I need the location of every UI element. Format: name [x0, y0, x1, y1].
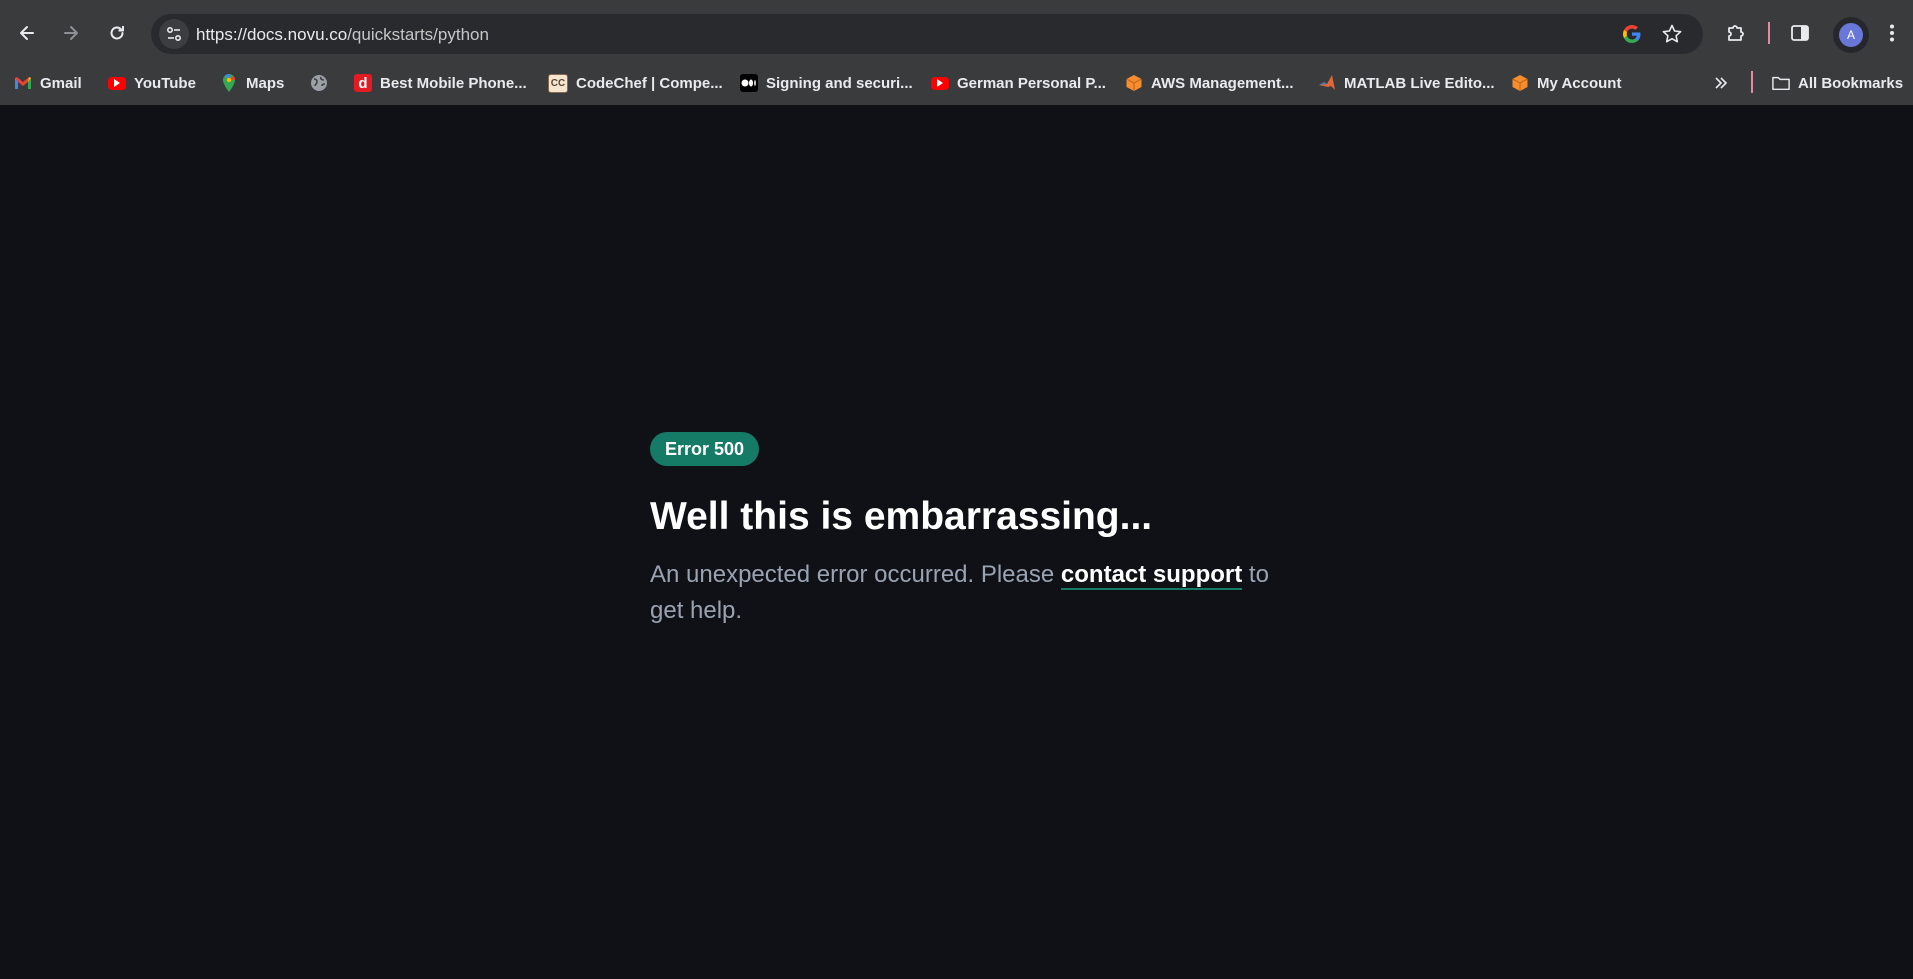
- bookmark-star-button[interactable]: [1660, 22, 1684, 46]
- bookmarks-divider: [1751, 71, 1753, 93]
- extensions-button[interactable]: [1720, 17, 1752, 49]
- bookmark-label: German Personal P...: [957, 74, 1106, 92]
- chevron-double-right-icon: [1715, 77, 1728, 89]
- all-bookmarks-label: All Bookmarks: [1798, 74, 1904, 92]
- codechef-icon: CC: [548, 73, 568, 93]
- bookmark-label: Signing and securi...: [766, 74, 913, 92]
- bookmarks-bar: Gmail YouTube Maps d Best Mobile Phone..…: [0, 62, 1913, 105]
- bookmark-label: YouTube: [134, 74, 196, 92]
- bookmark-aws-management[interactable]: AWS Management...: [1125, 68, 1294, 98]
- matlab-icon: [1318, 74, 1336, 92]
- site-info-button[interactable]: [159, 19, 189, 49]
- page-content: Error 500 Well this is embarrassing... A…: [0, 105, 1913, 979]
- browser-menu-button[interactable]: [1876, 17, 1908, 49]
- gmail-icon: [14, 74, 32, 92]
- more-vertical-icon: [1890, 24, 1894, 42]
- url-host: https://docs.novu.co: [196, 25, 348, 44]
- all-bookmarks-button[interactable]: All Bookmarks: [1772, 68, 1903, 98]
- address-bar[interactable]: https://docs.novu.co/quickstarts/python: [151, 14, 1703, 54]
- profile-avatar[interactable]: A: [1833, 17, 1869, 53]
- page-title: Well this is embarrassing...: [650, 495, 1153, 538]
- bookmark-label: My Account: [1537, 74, 1622, 92]
- youtube-icon: [931, 76, 949, 90]
- toolbar-divider: [1768, 22, 1770, 44]
- bookmark-best-mobile-phone[interactable]: d Best Mobile Phone...: [354, 68, 527, 98]
- bookmark-youtube[interactable]: YouTube: [108, 68, 196, 98]
- contact-support-link[interactable]: contact support: [1060, 561, 1243, 590]
- bookmark-german-personal[interactable]: German Personal P...: [931, 68, 1106, 98]
- avatar-letter: A: [1839, 23, 1863, 47]
- youtube-icon: [108, 76, 126, 90]
- more-bookmarks-button[interactable]: [1713, 68, 1729, 98]
- bookmark-codechef[interactable]: CC CodeChef | Compe...: [548, 68, 723, 98]
- puzzle-icon: [1728, 25, 1744, 41]
- bookmark-label: MATLAB Live Edito...: [1344, 74, 1495, 92]
- reload-icon: [110, 26, 124, 40]
- aws-icon: [1511, 74, 1529, 92]
- bookmark-label: Best Mobile Phone...: [380, 74, 527, 92]
- aws-icon: [1125, 74, 1143, 92]
- forward-button[interactable]: [55, 17, 87, 49]
- message-text-before: An unexpected error occurred. Please: [650, 561, 1061, 588]
- bookmark-globe[interactable]: [310, 68, 328, 98]
- side-panel-button[interactable]: [1784, 17, 1816, 49]
- error-badge: Error 500: [650, 432, 760, 466]
- browser-toolbar: https://docs.novu.co/quickstarts/python …: [0, 4, 1913, 62]
- bookmark-label: Gmail: [40, 74, 82, 92]
- bookmark-maps[interactable]: Maps: [220, 68, 284, 98]
- folder-icon: [1772, 74, 1790, 92]
- back-button[interactable]: [11, 17, 43, 49]
- bookmark-gmail[interactable]: Gmail: [14, 68, 82, 98]
- bookmark-label: Maps: [246, 74, 285, 92]
- globe-icon: [310, 74, 328, 92]
- bookmark-label: CodeChef | Compe...: [576, 74, 723, 92]
- bookmark-matlab[interactable]: MATLAB Live Edito...: [1318, 68, 1495, 98]
- reload-button[interactable]: [101, 17, 133, 49]
- side-panel-icon: [1791, 25, 1809, 41]
- google-icon: [1623, 25, 1641, 43]
- error-message: An unexpected error occurred. Please con…: [650, 557, 1270, 629]
- tune-icon: [166, 26, 182, 42]
- url-path: /quickstarts/python: [347, 25, 489, 44]
- d-icon: d: [354, 74, 372, 92]
- arrow-left-icon: [20, 26, 34, 40]
- arrow-right-icon: [64, 26, 78, 40]
- bookmark-medium[interactable]: Signing and securi...: [740, 68, 913, 98]
- star-icon: [1662, 24, 1682, 43]
- medium-icon: [740, 74, 758, 92]
- bookmark-label: AWS Management...: [1151, 74, 1294, 92]
- url-text[interactable]: https://docs.novu.co/quickstarts/python: [196, 25, 489, 45]
- browser-chrome: https://docs.novu.co/quickstarts/python …: [0, 0, 1913, 105]
- maps-icon: [220, 74, 238, 92]
- bookmark-my-account[interactable]: My Account: [1511, 68, 1621, 98]
- google-lens-button[interactable]: [1620, 22, 1644, 46]
